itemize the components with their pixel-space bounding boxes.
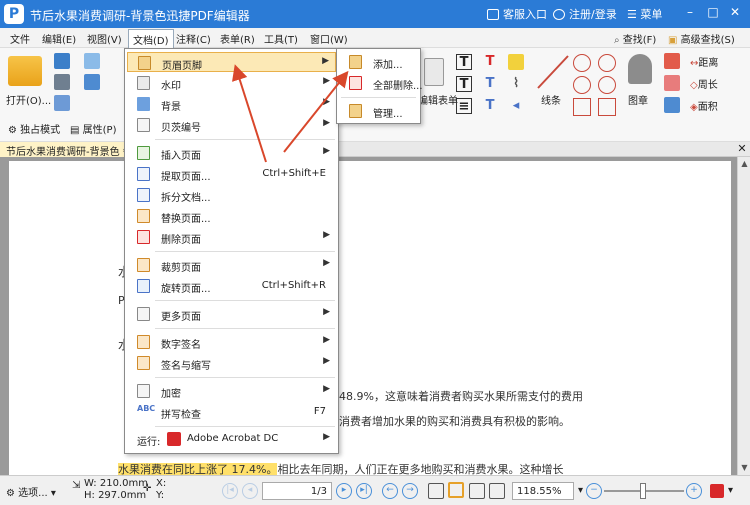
annotation-arrows <box>232 64 349 163</box>
arrow-to-header-footer <box>232 64 267 163</box>
arrow-to-add <box>283 70 349 153</box>
